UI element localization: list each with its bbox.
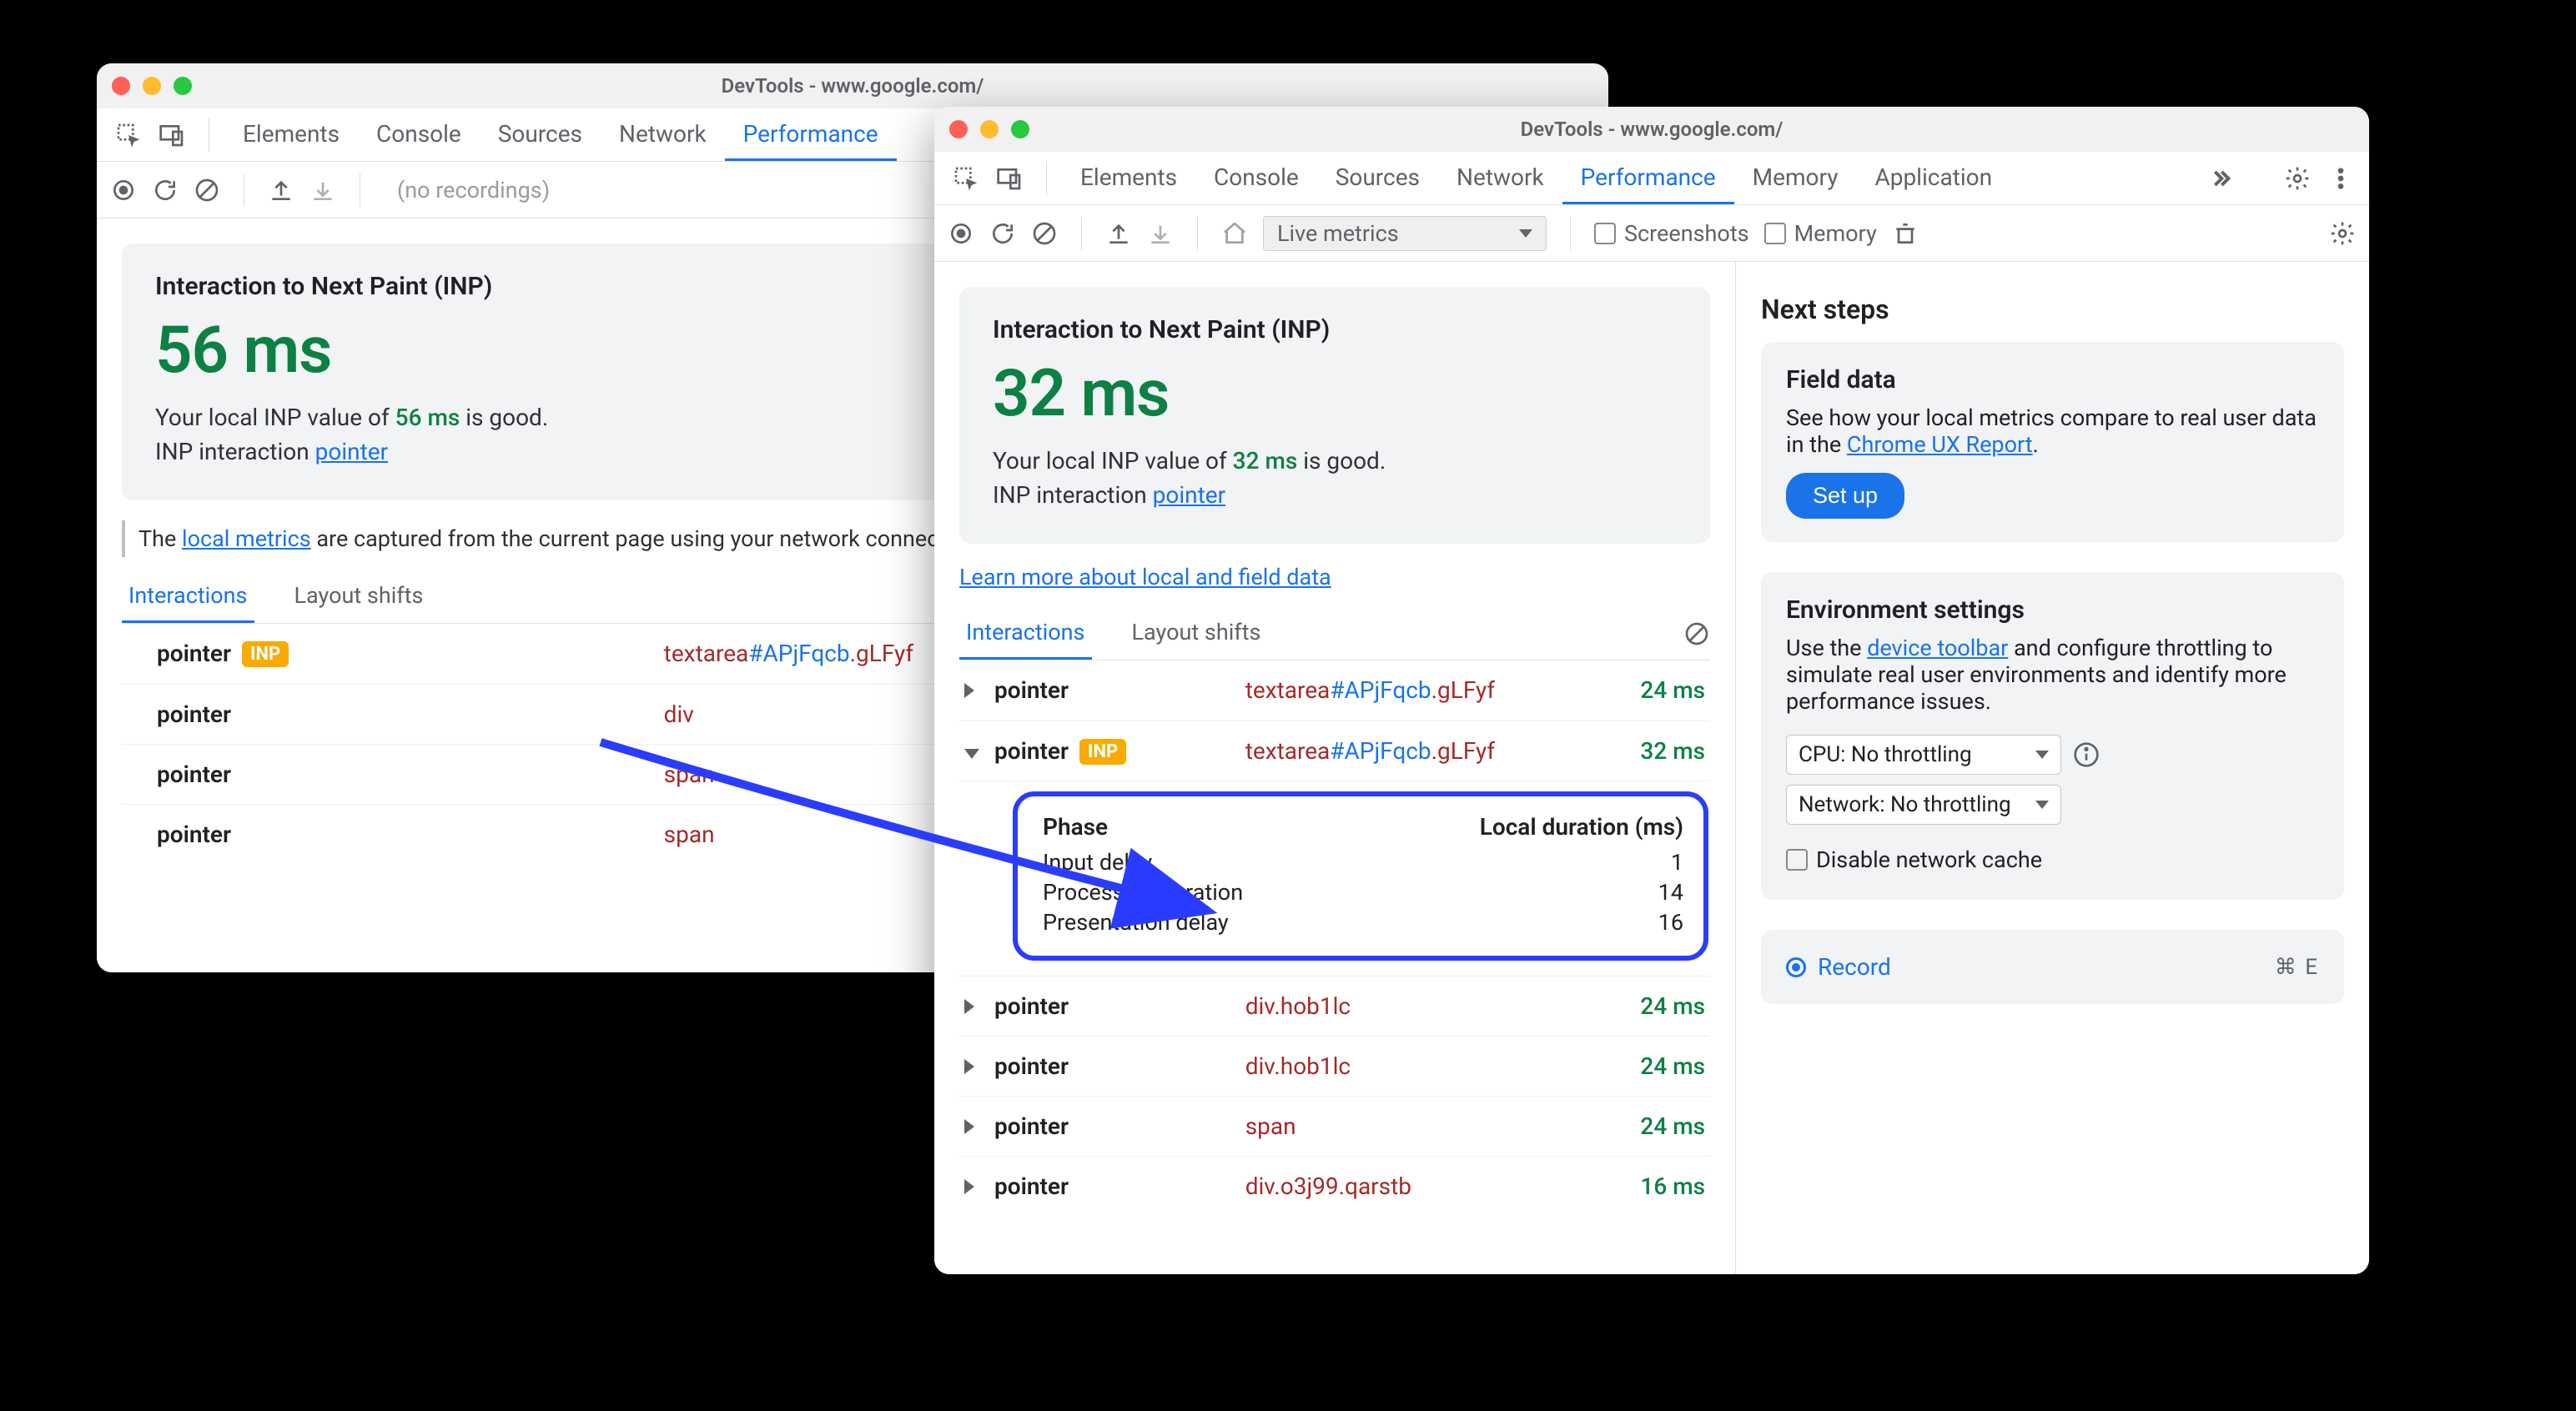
minimize-window-button[interactable] <box>143 77 161 95</box>
chevron-right-icon[interactable] <box>964 999 974 1014</box>
upload-icon[interactable] <box>1105 220 1132 247</box>
gc-icon[interactable] <box>1892 220 1919 247</box>
inp-interaction-line: INP interaction pointer <box>993 481 1677 509</box>
home-icon[interactable] <box>1221 220 1248 247</box>
tab-application[interactable]: Application <box>1856 152 2010 204</box>
environment-panel: Environment settings Use the device tool… <box>1761 572 2344 900</box>
crux-link[interactable]: Chrome UX Report <box>1847 431 2033 458</box>
chevron-down-icon[interactable] <box>964 749 979 759</box>
inp-badge: INP <box>242 641 289 667</box>
reload-icon[interactable] <box>989 220 1016 247</box>
minimize-window-button[interactable] <box>980 120 999 138</box>
interaction-row[interactable]: pointerdiv.hob1lc24 ms <box>959 976 1710 1036</box>
record-dot-icon <box>1786 957 1806 977</box>
interaction-row[interactable]: pointerspan24 ms <box>959 1096 1710 1156</box>
field-data-heading: Field data <box>1786 365 2319 394</box>
live-metrics-select[interactable]: Live metrics <box>1263 216 1547 251</box>
inp-interaction-link[interactable]: pointer <box>1153 481 1225 509</box>
window-title: DevTools - www.google.com/ <box>934 118 2369 141</box>
chevron-right-icon[interactable] <box>964 1179 974 1194</box>
device-toolbar-icon[interactable] <box>158 122 185 148</box>
tab-elements[interactable]: Elements <box>224 108 358 161</box>
window-title: DevTools - www.google.com/ <box>97 74 1608 98</box>
screenshots-checkbox[interactable]: Screenshots <box>1594 220 1749 247</box>
set-up-button[interactable]: Set up <box>1786 473 1904 519</box>
settings-gear-icon[interactable] <box>2284 165 2311 192</box>
titlebar: DevTools - www.google.com/ <box>97 63 1608 108</box>
chevron-right-icon[interactable] <box>964 683 974 698</box>
interactions-table: pointertextarea#APjFqcb.gLFyf24 mspointe… <box>959 660 1710 1216</box>
phase-breakdown: PhaseLocal duration (ms)Input delay1Proc… <box>1013 791 1708 961</box>
interaction-row[interactable]: pointer INPtextarea#APjFqcb.gLFyf32 ms <box>959 721 1710 781</box>
titlebar: DevTools - www.google.com/ <box>934 107 2369 152</box>
devtools-tabs: ElementsConsoleSourcesNetworkPerformance… <box>934 152 2369 205</box>
local-metrics-link[interactable]: local metrics <box>182 525 311 552</box>
interactions-tab[interactable]: Interactions <box>959 607 1092 660</box>
learn-more-link[interactable]: Learn more about local and field data <box>959 564 1710 590</box>
download-icon[interactable] <box>309 177 336 203</box>
inp-value: 32 ms <box>993 356 1677 432</box>
kebab-menu-icon[interactable] <box>2327 165 2354 192</box>
more-tabs-icon[interactable] <box>2207 165 2234 192</box>
clear-list-icon[interactable] <box>1683 620 1710 647</box>
device-toolbar-link[interactable]: device toolbar <box>1867 635 2008 661</box>
tab-performance[interactable]: Performance <box>725 108 897 161</box>
interaction-row[interactable]: pointerdiv.o3j99.qarstb16 ms <box>959 1156 1710 1216</box>
record-panel: Record ⌘ E <box>1761 930 2344 1004</box>
record-icon[interactable] <box>110 177 137 203</box>
tab-performance[interactable]: Performance <box>1562 152 1734 204</box>
perf-toolbar: Live metrics Screenshots Memory <box>934 205 2369 262</box>
device-toolbar-icon[interactable] <box>996 165 1023 192</box>
inspect-icon[interactable] <box>953 165 979 192</box>
download-icon[interactable] <box>1147 220 1174 247</box>
upload-icon[interactable] <box>268 177 294 203</box>
info-icon[interactable] <box>2073 741 2100 768</box>
fullscreen-window-button[interactable] <box>174 77 192 95</box>
clear-icon[interactable] <box>194 177 220 203</box>
tab-elements[interactable]: Elements <box>1062 152 1195 204</box>
environment-heading: Environment settings <box>1786 595 2319 625</box>
network-throttling-select[interactable]: Network: No throttling <box>1786 785 2061 825</box>
tab-memory[interactable]: Memory <box>1734 152 1857 204</box>
cpu-throttling-select[interactable]: CPU: No throttling <box>1786 735 2061 775</box>
tab-network[interactable]: Network <box>1438 152 1562 204</box>
tab-sources[interactable]: Sources <box>1317 152 1438 204</box>
interactions-tab[interactable]: Interactions <box>122 570 254 623</box>
inp-description: Your local INP value of 32 ms is good. <box>993 447 1677 475</box>
record-button[interactable]: Record <box>1786 953 1891 981</box>
disable-cache-checkbox[interactable]: Disable network cache <box>1786 846 2042 873</box>
tab-console[interactable]: Console <box>358 108 480 161</box>
subtabs: Interactions Layout shifts <box>959 607 1710 660</box>
close-window-button[interactable] <box>112 77 130 95</box>
tab-sources[interactable]: Sources <box>480 108 601 161</box>
next-steps-heading: Next steps <box>1761 294 2344 325</box>
interaction-row[interactable]: pointertextarea#APjFqcb.gLFyf24 ms <box>959 660 1710 721</box>
tab-console[interactable]: Console <box>1195 152 1317 204</box>
close-window-button[interactable] <box>949 120 968 138</box>
inspect-icon[interactable] <box>115 122 142 148</box>
clear-icon[interactable] <box>1031 220 1058 247</box>
memory-checkbox[interactable]: Memory <box>1764 220 1877 247</box>
reload-icon[interactable] <box>152 177 179 203</box>
layout-shifts-tab[interactable]: Layout shifts <box>288 570 430 623</box>
fullscreen-window-button[interactable] <box>1011 120 1029 138</box>
inp-card: Interaction to Next Paint (INP) 32 ms Yo… <box>959 287 1710 544</box>
settings-gear-icon[interactable] <box>2329 220 2356 247</box>
chevron-right-icon[interactable] <box>964 1119 974 1134</box>
chevron-right-icon[interactable] <box>964 1059 974 1074</box>
interaction-row[interactable]: pointerdiv.hob1lc24 ms <box>959 1036 1710 1096</box>
record-icon[interactable] <box>948 220 974 247</box>
tab-network[interactable]: Network <box>601 108 725 161</box>
field-data-panel: Field data See how your local metrics co… <box>1761 342 2344 542</box>
inp-interaction-link[interactable]: pointer <box>315 438 388 465</box>
record-shortcut: ⌘ E <box>2275 955 2319 980</box>
inp-badge: INP <box>1079 739 1126 765</box>
inp-heading: Interaction to Next Paint (INP) <box>993 315 1677 344</box>
layout-shifts-tab[interactable]: Layout shifts <box>1125 607 1268 660</box>
